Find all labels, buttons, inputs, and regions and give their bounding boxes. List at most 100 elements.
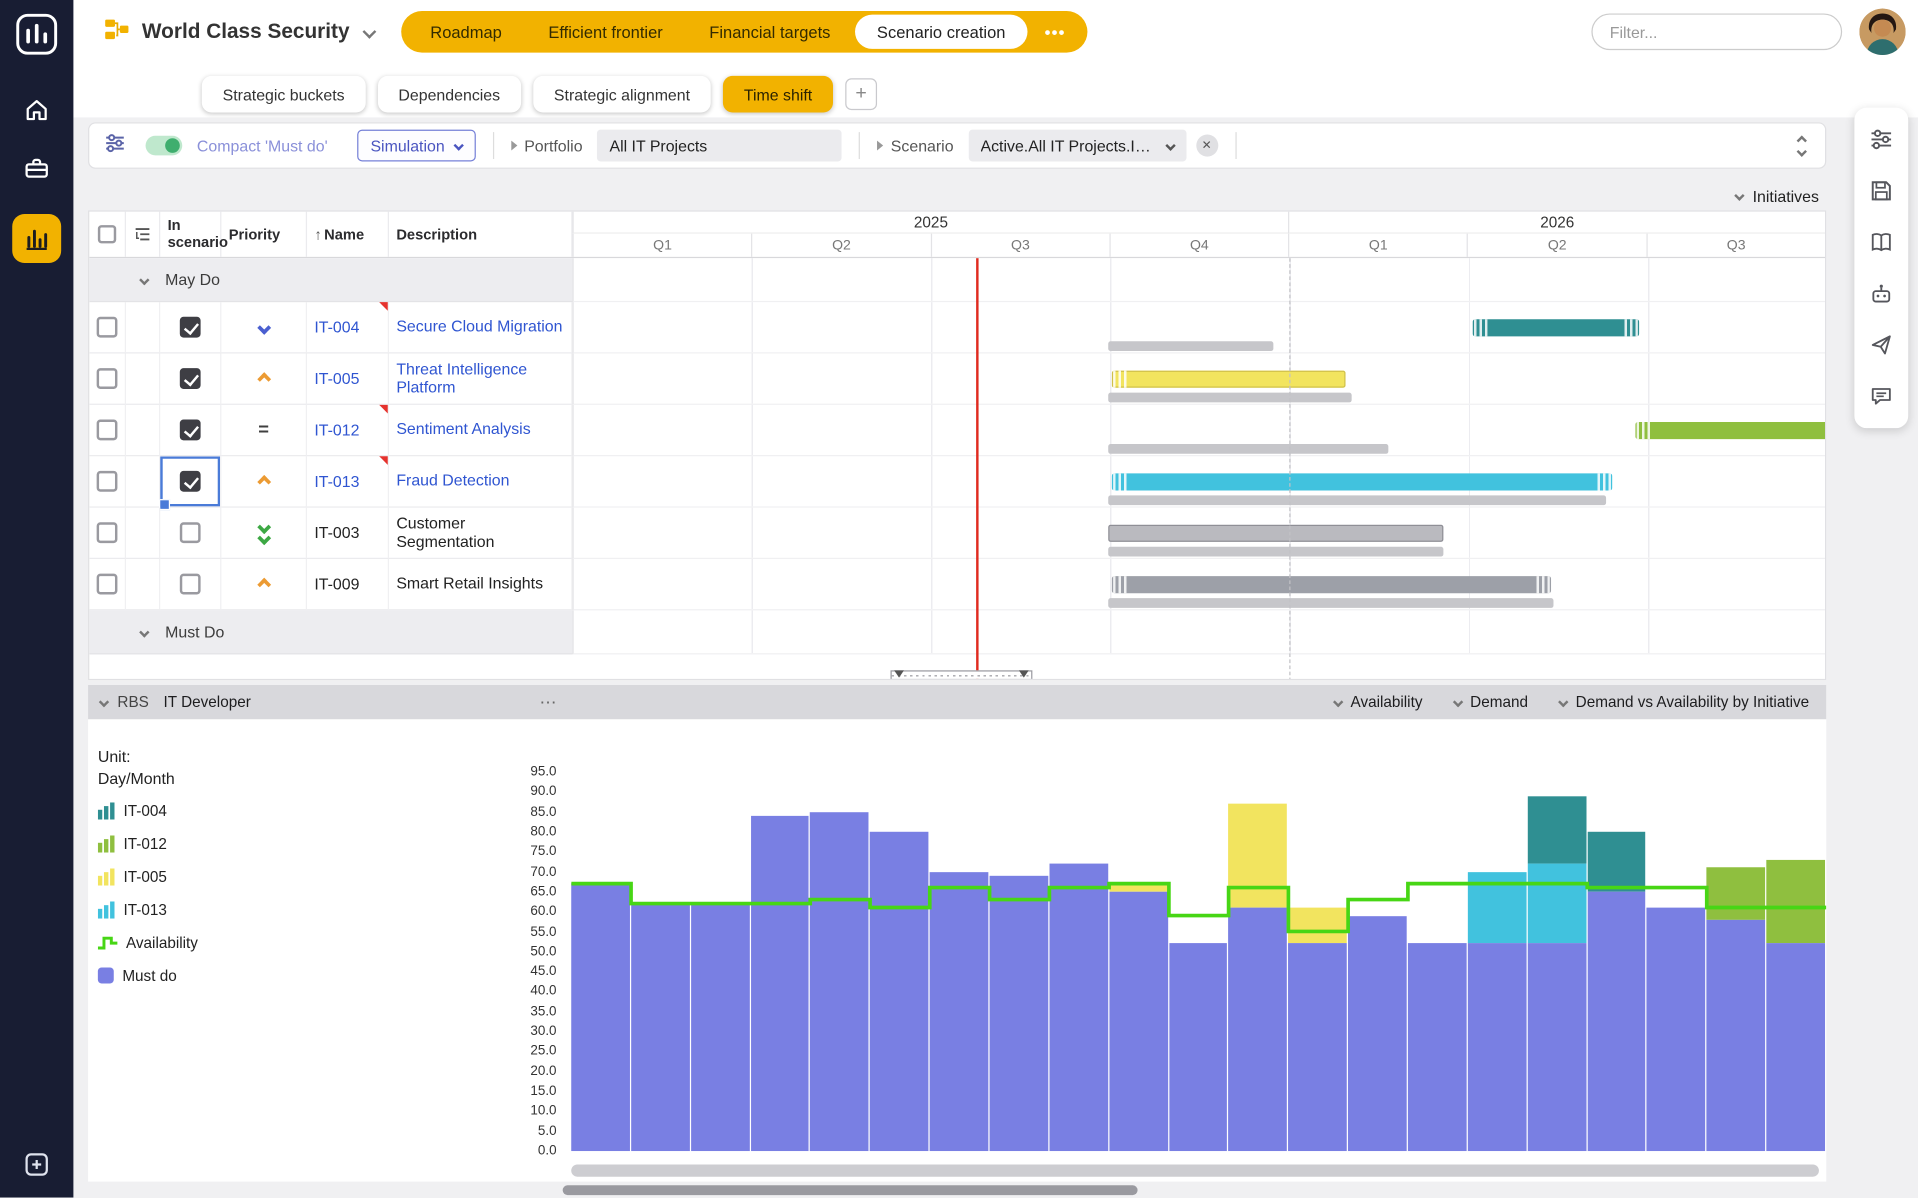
in-scenario-checkbox[interactable]: [180, 574, 201, 595]
resource-view-option[interactable]: Demand vs Availability by Initiative: [1560, 694, 1809, 711]
initiative-description-link[interactable]: Smart Retail Insights: [396, 575, 543, 593]
in-scenario-cell: [160, 456, 221, 507]
group-chevron-down-icon[interactable]: [139, 274, 149, 284]
in-scenario-checkbox[interactable]: [180, 522, 201, 543]
book-icon[interactable]: [1867, 228, 1896, 257]
row-select-checkbox[interactable]: [97, 471, 118, 492]
row-select-checkbox[interactable]: [97, 522, 118, 543]
page-horizontal-scrollbar[interactable]: [563, 1185, 1138, 1195]
toolbar-expand-collapse[interactable]: [1798, 136, 1810, 154]
time-shift-slider[interactable]: [890, 670, 1032, 680]
mode-select[interactable]: Simulation: [357, 130, 475, 162]
compact-mustdo-toggle[interactable]: [146, 136, 183, 156]
tabs-more-button[interactable]: •••: [1030, 15, 1080, 49]
initiative-description-link[interactable]: Sentiment Analysis: [396, 421, 530, 439]
view-tab-strategic-buckets[interactable]: Strategic buckets: [202, 76, 366, 113]
gantt-bar[interactable]: [1635, 422, 1825, 439]
view-tab-time-shift[interactable]: Time shift: [723, 76, 833, 113]
priority-up-icon: [259, 374, 269, 384]
initiative-description-link[interactable]: Secure Cloud Migration: [396, 318, 562, 336]
chart-segment-must-do: [1468, 943, 1527, 1151]
initiative-id-link[interactable]: IT-003: [314, 524, 359, 542]
save-icon[interactable]: [1867, 176, 1896, 205]
tab-scenario-creation[interactable]: Scenario creation: [855, 15, 1028, 49]
gantt-bar[interactable]: [1112, 473, 1613, 490]
select-all-checkbox[interactable]: [98, 225, 116, 243]
view-tab-strategic-alignment[interactable]: Strategic alignment: [533, 76, 711, 113]
column-header-priority[interactable]: Priority: [221, 212, 307, 257]
app-logo-icon[interactable]: [15, 12, 59, 62]
send-icon[interactable]: [1867, 330, 1896, 359]
row-select-checkbox[interactable]: [97, 420, 118, 441]
in-scenario-cell: [160, 508, 221, 559]
in-scenario-checkbox[interactable]: [180, 317, 201, 338]
group-chevron-down-icon[interactable]: [139, 627, 149, 637]
gantt-group-row[interactable]: May Do: [89, 258, 1825, 302]
chart-segment-it-012: [1707, 868, 1766, 920]
resource-body: Unit: Day/Month IT-004IT-012IT-005IT-013…: [88, 719, 1826, 1181]
title-chevron-down-icon[interactable]: [362, 25, 376, 39]
priority-equal-icon: =: [258, 420, 269, 441]
legend-label: Availability: [126, 934, 198, 951]
in-scenario-cell: [160, 302, 221, 353]
rbs-more-button[interactable]: ⋯: [539, 692, 559, 713]
tab-roadmap[interactable]: Roadmap: [408, 15, 524, 49]
resource-views: Availability Demand Demand vs Availability…: [1335, 694, 1814, 711]
rbs-value[interactable]: IT Developer: [164, 694, 251, 711]
in-scenario-checkbox[interactable]: [180, 368, 201, 389]
in-scenario-checkbox[interactable]: [180, 471, 201, 492]
resource-view-option[interactable]: Demand: [1454, 694, 1528, 711]
portfolio-select[interactable]: All IT Projects: [597, 130, 842, 162]
initiative-id-link[interactable]: IT-009: [314, 575, 359, 593]
initiative-id-link[interactable]: IT-004: [314, 318, 359, 336]
initiative-id-link[interactable]: IT-013: [314, 472, 359, 490]
column-header-in-scenario[interactable]: In scenario: [160, 212, 221, 257]
sidebar-add-button[interactable]: [23, 1151, 50, 1178]
initiative-description-link[interactable]: Threat Intelligence Platform: [396, 360, 564, 397]
row-select-checkbox[interactable]: [97, 317, 118, 338]
gantt-bar[interactable]: [1472, 319, 1638, 336]
gantt-group-row[interactable]: Must Do: [89, 610, 1825, 654]
portfolio-collapse-icon[interactable]: [511, 141, 517, 151]
initiative-description-link[interactable]: Customer Segmentation: [396, 514, 564, 551]
tab-efficient-frontier[interactable]: Efficient frontier: [526, 15, 684, 49]
sidebar-item-toolbox[interactable]: [23, 155, 50, 182]
rail-tune-icon[interactable]: [1867, 125, 1896, 154]
chart-segment-must-do: [1527, 943, 1586, 1151]
row-select-checkbox[interactable]: [97, 368, 118, 389]
group-label: Must Do: [165, 623, 224, 641]
initiatives-label[interactable]: Initiatives: [1753, 187, 1819, 205]
clear-scenario-button[interactable]: ✕: [1196, 135, 1218, 157]
sidebar-item-home[interactable]: [23, 97, 50, 124]
initiative-description-link[interactable]: Fraud Detection: [396, 472, 509, 490]
tune-icon[interactable]: [104, 131, 126, 159]
gantt-bar[interactable]: [1108, 525, 1443, 542]
add-view-button[interactable]: +: [845, 78, 877, 110]
row-select-checkbox[interactable]: [97, 574, 118, 595]
user-avatar[interactable]: [1859, 9, 1905, 55]
filter-input[interactable]: [1591, 13, 1842, 50]
priority-cell: [221, 302, 307, 353]
scenario-select[interactable]: Active.All IT Projects.IT_PM: [968, 130, 1186, 162]
resource-view-option[interactable]: Availability: [1335, 694, 1423, 711]
initiative-id-link[interactable]: IT-012: [314, 421, 359, 439]
comment-icon[interactable]: [1867, 382, 1896, 411]
initiative-id-link[interactable]: IT-005: [314, 369, 359, 387]
scenario-collapse-icon[interactable]: [877, 141, 883, 151]
hierarchy-column-header[interactable]: [126, 212, 160, 257]
gantt-bar[interactable]: [1112, 576, 1551, 593]
rbs-chevron-down-icon[interactable]: [99, 697, 109, 707]
initiatives-chevron-down-icon[interactable]: [1734, 191, 1744, 201]
chart-segment-must-do: [1229, 908, 1288, 1152]
sidebar-item-portfolio-analysis[interactable]: [12, 214, 61, 263]
chart-horizontal-scrollbar[interactable]: [571, 1164, 1819, 1176]
column-header-description[interactable]: Description: [389, 212, 572, 257]
gantt-bar[interactable]: [1112, 371, 1346, 388]
robot-icon[interactable]: [1867, 279, 1896, 308]
in-scenario-checkbox[interactable]: [180, 420, 201, 441]
view-tab-dependencies[interactable]: Dependencies: [378, 76, 521, 113]
legend-bars-icon: [98, 901, 115, 918]
tab-financial-targets[interactable]: Financial targets: [687, 15, 852, 49]
column-header-name[interactable]: ↑ Name: [307, 212, 389, 257]
priority-cell: [221, 354, 307, 405]
